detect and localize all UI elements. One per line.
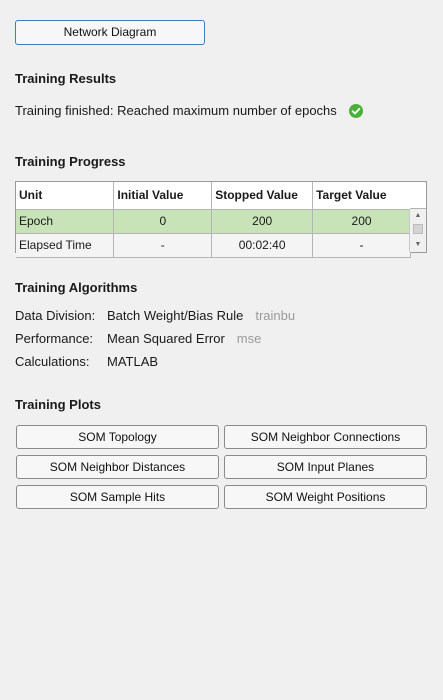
algorithm-value: MATLAB bbox=[107, 354, 159, 369]
training-status-text: Training finished: Reached maximum numbe… bbox=[15, 103, 337, 118]
scroll-thumb[interactable] bbox=[413, 224, 423, 234]
training-plots-heading: Training Plots bbox=[15, 397, 101, 412]
table-row[interactable]: Elapsed Time - 00:02:40 - bbox=[16, 233, 411, 258]
algorithm-code: trainbu bbox=[255, 308, 296, 323]
column-header-stopped-value[interactable]: Stopped Value bbox=[211, 182, 314, 210]
table-header-corner bbox=[410, 182, 426, 209]
scroll-down-arrow-icon[interactable]: ▼ bbox=[410, 240, 426, 250]
check-circle-icon bbox=[348, 103, 363, 118]
network-diagram-button[interactable]: Network Diagram bbox=[15, 20, 205, 45]
som-input-planes-button[interactable]: SOM Input Planes bbox=[224, 455, 427, 479]
som-topology-button[interactable]: SOM Topology bbox=[16, 425, 219, 449]
algorithm-label: Calculations: bbox=[15, 354, 90, 369]
algorithm-code: mse bbox=[236, 331, 262, 346]
training-progress-heading: Training Progress bbox=[15, 154, 126, 169]
som-sample-hits-button[interactable]: SOM Sample Hits bbox=[16, 485, 219, 509]
cell-initial-value: 0 bbox=[113, 209, 213, 234]
algorithm-row-calculations: Calculations: MATLAB bbox=[15, 354, 158, 369]
algorithm-label: Performance: bbox=[15, 331, 94, 346]
table-header-row: Unit Initial Value Stopped Value Target … bbox=[16, 182, 411, 210]
column-header-target-value[interactable]: Target Value bbox=[312, 182, 411, 210]
table-scrollbar[interactable]: ▲ ▼ bbox=[409, 209, 426, 252]
som-neighbor-distances-button[interactable]: SOM Neighbor Distances bbox=[16, 455, 219, 479]
algorithm-value: Batch Weight/Bias Rule bbox=[107, 308, 244, 323]
algorithm-value: Mean Squared Error bbox=[107, 331, 225, 346]
cell-unit: Epoch bbox=[16, 209, 115, 234]
scroll-up-arrow-icon[interactable]: ▲ bbox=[410, 211, 426, 221]
training-progress-table: Unit Initial Value Stopped Value Target … bbox=[15, 181, 427, 258]
cell-unit: Elapsed Time bbox=[16, 233, 115, 258]
column-header-initial-value[interactable]: Initial Value bbox=[113, 182, 213, 210]
training-status: Training finished: Reached maximum numbe… bbox=[15, 103, 363, 118]
algorithm-row-data-division: Data Division: Batch Weight/Bias Rule tr… bbox=[15, 308, 295, 323]
cell-target-value: 200 bbox=[312, 209, 411, 234]
som-neighbor-connections-button[interactable]: SOM Neighbor Connections bbox=[224, 425, 427, 449]
som-weight-positions-button[interactable]: SOM Weight Positions bbox=[224, 485, 427, 509]
table-row[interactable]: Epoch 0 200 200 bbox=[16, 209, 411, 234]
cell-initial-value: - bbox=[113, 233, 213, 258]
cell-target-value: - bbox=[312, 233, 411, 258]
algorithm-label: Data Division: bbox=[15, 308, 96, 323]
training-results-heading: Training Results bbox=[15, 71, 117, 86]
training-algorithms-heading: Training Algorithms bbox=[15, 280, 138, 295]
cell-stopped-value: 200 bbox=[211, 209, 314, 234]
algorithm-row-performance: Performance: Mean Squared Error mse bbox=[15, 331, 261, 346]
cell-stopped-value: 00:02:40 bbox=[211, 233, 314, 258]
column-header-unit[interactable]: Unit bbox=[16, 182, 115, 210]
